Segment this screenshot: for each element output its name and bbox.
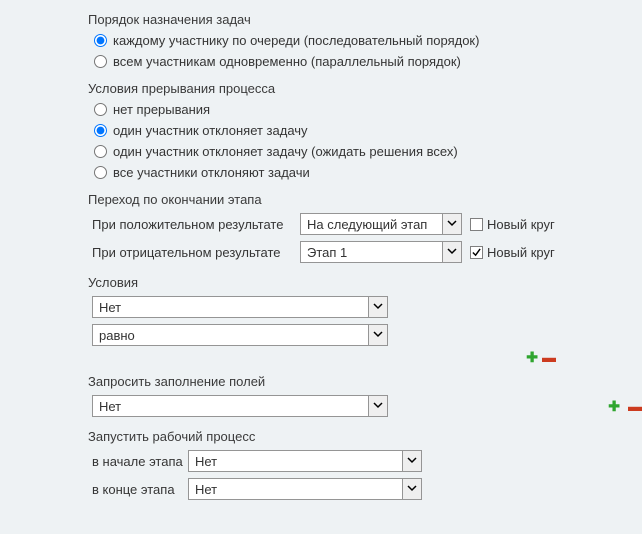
chevron-down-icon [368, 297, 387, 317]
section-title-interrupt: Условия прерывания процесса [88, 81, 642, 96]
opt-label: всем участникам одновременно (параллельн… [113, 54, 461, 69]
remove-icon[interactable]: ▬ [542, 352, 556, 362]
remove-icon[interactable]: ▬ [628, 398, 642, 414]
select-run-end[interactable]: Нет [188, 478, 422, 500]
radio-interrupt-one[interactable] [94, 124, 107, 137]
chevron-down-icon [442, 242, 461, 262]
label-negative: При отрицательном результате [92, 245, 292, 260]
opt-order-sequential[interactable]: каждому участнику по очереди (последоват… [94, 33, 642, 48]
radio-order-parallel[interactable] [94, 55, 107, 68]
opt-label: один участник отклоняет задачу (ожидать … [113, 144, 458, 159]
section-title-conditions: Условия [88, 275, 642, 290]
select-run-start[interactable]: Нет [188, 450, 422, 472]
select-value: равно [99, 328, 135, 343]
select-value: Нет [99, 399, 121, 414]
checkbox-positive-newround[interactable]: Новый круг [470, 217, 555, 232]
label-run-end: в конце этапа [92, 482, 180, 497]
label-positive: При положительном результате [92, 217, 292, 232]
select-value: Нет [99, 300, 121, 315]
radio-interrupt-all[interactable] [94, 166, 107, 179]
checkbox-label: Новый круг [487, 217, 555, 232]
select-condition-op[interactable]: равно [92, 324, 388, 346]
opt-order-parallel[interactable]: всем участникам одновременно (параллельн… [94, 54, 642, 69]
checkbox-label: Новый круг [487, 245, 555, 260]
opt-interrupt-all[interactable]: все участники отклоняют задачи [94, 165, 642, 180]
section-title-order: Порядок назначения задач [88, 12, 642, 27]
options-interrupt: нет прерывания один участник отклоняет з… [94, 102, 642, 180]
chevron-down-icon [368, 325, 387, 345]
chevron-down-icon [402, 479, 421, 499]
radio-interrupt-none[interactable] [94, 103, 107, 116]
opt-label: один участник отклоняет задачу [113, 123, 308, 138]
chevron-down-icon [442, 214, 461, 234]
add-icon[interactable]: ✚ [608, 398, 620, 415]
checkbox-icon [470, 246, 483, 259]
row-run-end: в конце этапа Нет [92, 478, 642, 500]
options-order: каждому участнику по очереди (последоват… [94, 33, 642, 69]
row-transition-positive: При положительном результате На следующи… [92, 213, 642, 235]
section-title-transition: Переход по окончании этапа [88, 192, 642, 207]
chevron-down-icon [368, 396, 387, 416]
opt-interrupt-none[interactable]: нет прерывания [94, 102, 642, 117]
row-run-start: в начале этапа Нет [92, 450, 642, 472]
select-negative[interactable]: Этап 1 [300, 241, 462, 263]
select-value: Нет [195, 454, 217, 469]
row-condition-field: Нет [92, 296, 642, 318]
condition-add-remove: ✚ ▬ [92, 352, 556, 362]
select-request-field[interactable]: Нет [92, 395, 388, 417]
select-value: На следующий этап [307, 217, 427, 232]
opt-interrupt-one-wait[interactable]: один участник отклоняет задачу (ожидать … [94, 144, 642, 159]
select-value: Этап 1 [307, 245, 347, 260]
section-title-run: Запустить рабочий процесс [88, 429, 642, 444]
radio-interrupt-one-wait[interactable] [94, 145, 107, 158]
opt-label: нет прерывания [113, 102, 210, 117]
row-transition-negative: При отрицательном результате Этап 1 Новы… [92, 241, 642, 263]
opt-interrupt-one[interactable]: один участник отклоняет задачу [94, 123, 642, 138]
checkbox-icon [470, 218, 483, 231]
row-request-field: Нет ✚ ▬ [92, 395, 642, 417]
chevron-down-icon [402, 451, 421, 471]
section-title-request: Запросить заполнение полей [88, 374, 642, 389]
checkbox-negative-newround[interactable]: Новый круг [470, 245, 555, 260]
row-condition-op: равно [92, 324, 642, 346]
radio-order-sequential[interactable] [94, 34, 107, 47]
select-positive[interactable]: На следующий этап [300, 213, 462, 235]
select-condition-field[interactable]: Нет [92, 296, 388, 318]
label-run-start: в начале этапа [92, 454, 180, 469]
opt-label: каждому участнику по очереди (последоват… [113, 33, 479, 48]
opt-label: все участники отклоняют задачи [113, 165, 310, 180]
add-icon[interactable]: ✚ [526, 352, 538, 362]
select-value: Нет [195, 482, 217, 497]
